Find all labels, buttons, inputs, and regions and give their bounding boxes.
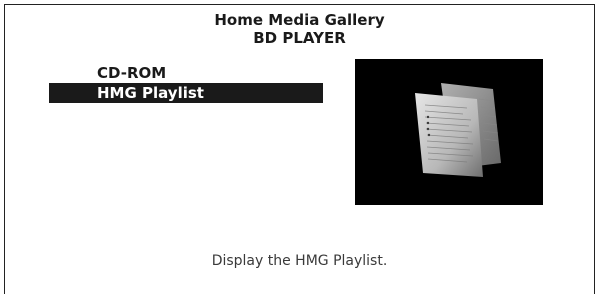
device-name: BD PLAYER: [253, 29, 346, 47]
menu-item-hmg-playlist[interactable]: HMG Playlist: [49, 83, 323, 103]
menu-item-label: HMG Playlist: [97, 84, 204, 102]
document-pages-icon: [415, 83, 501, 177]
preview-thumbnail: [355, 59, 543, 205]
screen-frame: Home Media Gallery BD PLAYER CD-ROM HMG …: [4, 4, 595, 294]
menu-item-label: CD-ROM: [97, 64, 167, 82]
menu-item-cd-rom[interactable]: CD-ROM: [49, 63, 323, 83]
status-message: Display the HMG Playlist.: [211, 253, 388, 269]
header: Home Media Gallery BD PLAYER: [5, 11, 594, 47]
app-title: Home Media Gallery: [214, 11, 385, 29]
source-menu: CD-ROM HMG Playlist: [49, 63, 323, 103]
